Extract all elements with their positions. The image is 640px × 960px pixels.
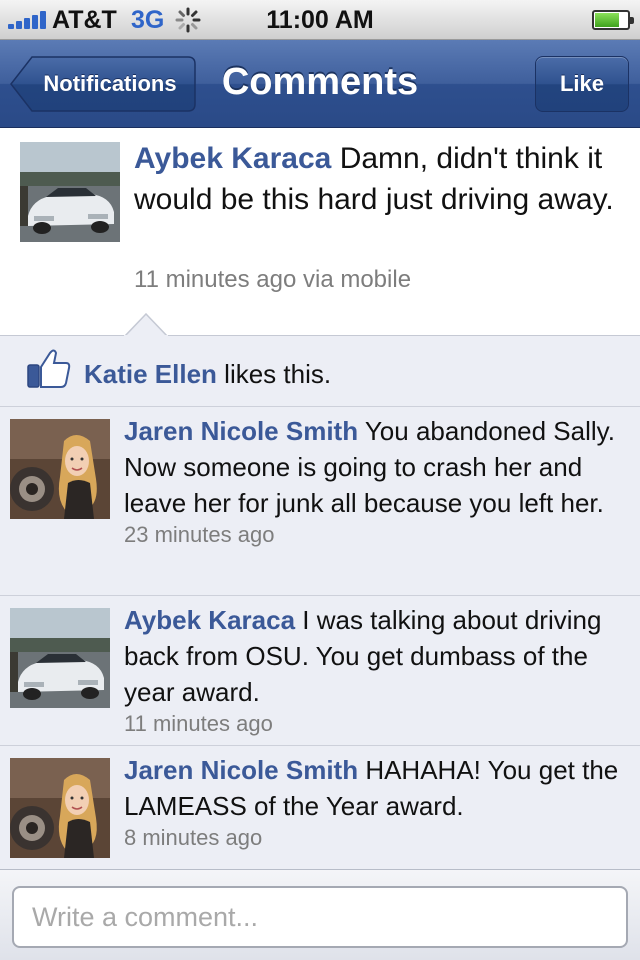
person-avatar-icon[interactable]: [10, 758, 110, 858]
back-button-label: Notifications: [43, 71, 177, 96]
comment-author[interactable]: Jaren Nicole Smith: [124, 416, 358, 446]
likes-text: Katie Ellen likes this.: [84, 359, 331, 390]
comment-composer: [0, 869, 640, 960]
back-button[interactable]: Notifications: [10, 56, 196, 112]
post-author[interactable]: Aybek Karaca: [134, 142, 331, 175]
car-avatar-icon[interactable]: [20, 142, 120, 242]
comment-time: 23 minutes ago: [124, 522, 275, 547]
post-body: Aybek Karaca Damn, didn't think it would…: [134, 138, 630, 220]
comment-input[interactable]: [12, 886, 628, 948]
person-avatar-icon[interactable]: [10, 419, 110, 519]
comment-item: Aybek Karaca I was talking about driving…: [0, 596, 640, 746]
navigation-bar: Notifications Comments Like: [0, 40, 640, 128]
battery-icon: [592, 10, 634, 30]
car-avatar-icon[interactable]: [10, 608, 110, 708]
page-title: Comments: [221, 61, 419, 103]
speech-pointer: [124, 313, 168, 337]
likes-row[interactable]: Katie Ellen likes this.: [0, 337, 640, 407]
likes-suffix: likes this.: [224, 359, 332, 389]
status-time: 11:00 AM: [266, 6, 374, 34]
comment-item: Jaren Nicole Smith HAHAHA! You get the L…: [0, 746, 640, 869]
comment-item: Jaren Nicole Smith You abandoned Sally. …: [0, 407, 640, 596]
comment-time: 11 minutes ago: [124, 711, 273, 736]
main-post: Aybek Karaca Damn, didn't think it would…: [0, 128, 640, 336]
comment-author[interactable]: Aybek Karaca: [124, 605, 295, 635]
post-meta: 11 minutes ago via mobile: [134, 266, 412, 293]
comment-author[interactable]: Jaren Nicole Smith: [124, 755, 358, 785]
liker-name[interactable]: Katie Ellen: [84, 359, 217, 389]
status-bar: AT&T 3G 11:00 AM: [0, 0, 640, 40]
like-button[interactable]: Like: [535, 56, 629, 112]
thumbs-up-icon: [27, 349, 71, 388]
comment-list[interactable]: Jaren Nicole Smith You abandoned Sally. …: [0, 407, 640, 869]
